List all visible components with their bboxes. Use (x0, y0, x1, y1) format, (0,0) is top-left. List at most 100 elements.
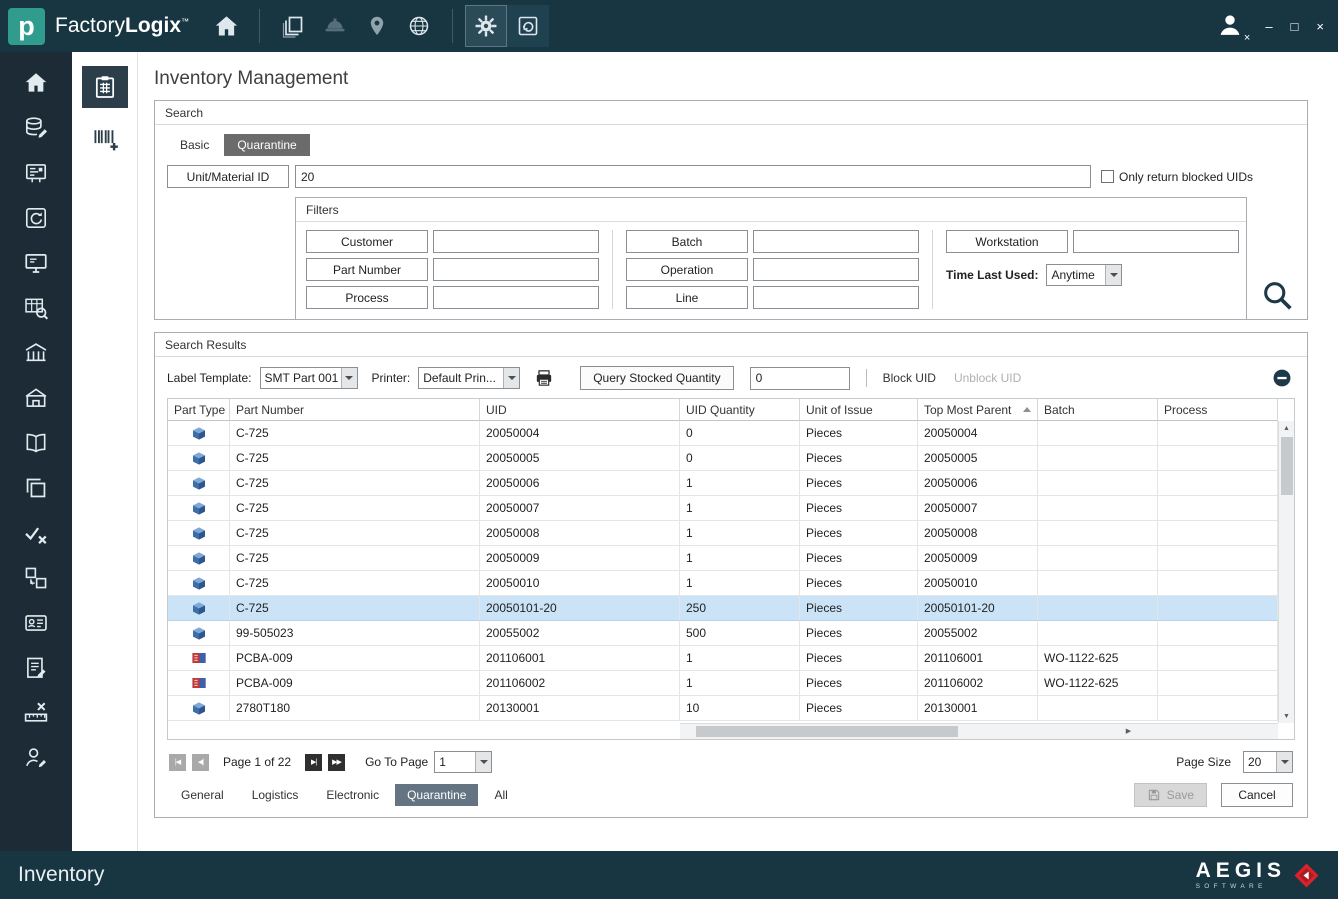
nav-id-card-icon[interactable] (21, 608, 51, 638)
minimize-button[interactable]: – (1265, 20, 1272, 33)
nav-copy-icon[interactable] (21, 473, 51, 503)
nav-database-edit-icon[interactable] (21, 113, 51, 143)
time-last-used-select[interactable]: Anytime (1046, 264, 1122, 286)
table-row[interactable]: 99-50502320055002500Pieces20055002 (168, 621, 1278, 646)
block-uid-button[interactable]: Block UID (883, 371, 936, 385)
process-filter-input[interactable] (433, 286, 599, 309)
table-row[interactable]: 2780T1802013000110Pieces20130001 (168, 696, 1278, 721)
nav-ruler-x-icon[interactable] (21, 698, 51, 728)
globe-icon[interactable] (398, 5, 440, 47)
table-row[interactable]: C-725200500050Pieces20050005 (168, 446, 1278, 471)
table-row[interactable]: C-72520050101-20250Pieces20050101-20 (168, 596, 1278, 621)
result-tab-quarantine[interactable]: Quarantine (395, 784, 478, 806)
nav-user-edit-icon[interactable] (21, 743, 51, 773)
search-button[interactable] (1261, 279, 1293, 311)
column-header-batch[interactable]: Batch (1038, 399, 1158, 421)
result-tab-general[interactable]: General (169, 784, 236, 806)
stocked-quantity-input[interactable] (750, 367, 850, 390)
scroll-up-icon[interactable]: ▲ (1279, 421, 1294, 435)
only-blocked-checkbox[interactable]: Only return blocked UIDs (1101, 170, 1253, 184)
scroll-down-icon[interactable]: ▼ (1279, 709, 1294, 723)
barcode-add-icon[interactable] (82, 118, 128, 160)
quarantine-clipboard-icon[interactable] (82, 66, 128, 108)
unit-material-id-input[interactable] (295, 165, 1091, 188)
map-pin-icon[interactable] (356, 5, 398, 47)
last-page-button[interactable]: ▶▶ (328, 754, 345, 771)
history-icon[interactable] (507, 5, 549, 47)
table-row[interactable]: C-725200500061Pieces20050006 (168, 471, 1278, 496)
copy-stack-icon[interactable] (272, 5, 314, 47)
vertical-scrollbar[interactable]: ▲ ▼ (1278, 421, 1294, 723)
close-button[interactable]: × (1316, 20, 1324, 33)
search-tab-quarantine[interactable]: Quarantine (224, 134, 309, 156)
unblock-uid-button[interactable]: Unblock UID (954, 371, 1021, 385)
nav-monitor-icon[interactable] (21, 248, 51, 278)
block-circle-icon[interactable] (1271, 367, 1293, 389)
nav-bank-icon[interactable] (21, 338, 51, 368)
part-number-filter-input[interactable] (433, 258, 599, 281)
next-page-button[interactable]: ▶| (305, 754, 322, 771)
nav-refresh-box-icon[interactable] (21, 203, 51, 233)
column-header-uid[interactable]: UID (480, 399, 680, 421)
result-tab-all[interactable]: All (482, 784, 519, 806)
home-icon[interactable] (205, 5, 247, 47)
table-cell: 20050101-20 (480, 596, 680, 621)
column-header-process[interactable]: Process (1158, 399, 1278, 421)
table-row[interactable]: C-725200500040Pieces20050004 (168, 421, 1278, 446)
first-page-button[interactable]: |◀ (169, 754, 186, 771)
nav-note-edit-icon[interactable] (21, 653, 51, 683)
batch-filter-button[interactable]: Batch (626, 230, 748, 253)
save-button[interactable]: Save (1134, 783, 1207, 807)
column-header-part-type[interactable]: Part Type (168, 399, 230, 421)
prev-page-button[interactable]: ◀| (192, 754, 209, 771)
table-row[interactable]: PCBA-0092011060021Pieces201106002WO-1122… (168, 671, 1278, 696)
operation-filter-button[interactable]: Operation (626, 258, 748, 281)
label-template-select[interactable]: SMT Part 001 (260, 367, 358, 389)
table-row[interactable]: C-725200500071Pieces20050007 (168, 496, 1278, 521)
settings-gear-icon[interactable] (465, 5, 507, 47)
table-row[interactable]: C-725200500081Pieces20050008 (168, 521, 1278, 546)
horizontal-scroll-thumb[interactable] (696, 726, 958, 737)
column-header-top-most-parent[interactable]: Top Most Parent (918, 399, 1038, 421)
part-number-filter-button[interactable]: Part Number (306, 258, 428, 281)
table-row[interactable]: C-725200500101Pieces20050010 (168, 571, 1278, 596)
horizontal-scrollbar[interactable]: ◀ ▶ (680, 723, 1278, 739)
scroll-right-icon[interactable]: ▶ (979, 725, 1278, 739)
printer-icon[interactable] (534, 368, 554, 388)
unit-material-id-button[interactable]: Unit/Material ID (167, 165, 289, 188)
vertical-scroll-thumb[interactable] (1281, 437, 1293, 495)
nav-table-search-icon[interactable] (21, 293, 51, 323)
nav-home-icon[interactable] (21, 68, 51, 98)
go-to-page-select[interactable]: 1 (434, 751, 492, 773)
page-size-select[interactable]: 20 (1243, 751, 1293, 773)
customer-filter-button[interactable]: Customer (306, 230, 428, 253)
nav-book-icon[interactable] (21, 428, 51, 458)
result-tab-electronic[interactable]: Electronic (314, 784, 391, 806)
printer-select[interactable]: Default Prin... (418, 367, 520, 389)
hard-hat-icon[interactable] (314, 5, 356, 47)
process-filter-button[interactable]: Process (306, 286, 428, 309)
query-stocked-quantity-button[interactable]: Query Stocked Quantity (580, 366, 733, 390)
batch-filter-input[interactable] (753, 230, 919, 253)
operation-filter-input[interactable] (753, 258, 919, 281)
customer-filter-input[interactable] (433, 230, 599, 253)
search-tab-basic[interactable]: Basic (167, 134, 222, 156)
nav-planning-board-icon[interactable] (21, 158, 51, 188)
line-filter-button[interactable]: Line (626, 286, 748, 309)
nav-check-x-icon[interactable] (21, 518, 51, 548)
column-header-part-number[interactable]: Part Number (230, 399, 480, 421)
column-header-uid-quantity[interactable]: UID Quantity (680, 399, 800, 421)
table-row[interactable]: C-725200500091Pieces20050009 (168, 546, 1278, 571)
workstation-input[interactable] (1073, 230, 1239, 253)
workstation-button[interactable]: Workstation (946, 230, 1068, 253)
result-tab-logistics[interactable]: Logistics (240, 784, 311, 806)
checkbox-box[interactable] (1101, 170, 1114, 183)
nav-transfer-icon[interactable] (21, 563, 51, 593)
nav-house-box-icon[interactable] (21, 383, 51, 413)
maximize-button[interactable]: □ (1291, 20, 1299, 33)
cancel-button[interactable]: Cancel (1221, 783, 1293, 807)
column-header-unit-of-issue[interactable]: Unit of Issue (800, 399, 918, 421)
line-filter-input[interactable] (753, 286, 919, 309)
user-account-icon[interactable]: × (1213, 11, 1247, 41)
table-row[interactable]: PCBA-0092011060011Pieces201106001WO-1122… (168, 646, 1278, 671)
